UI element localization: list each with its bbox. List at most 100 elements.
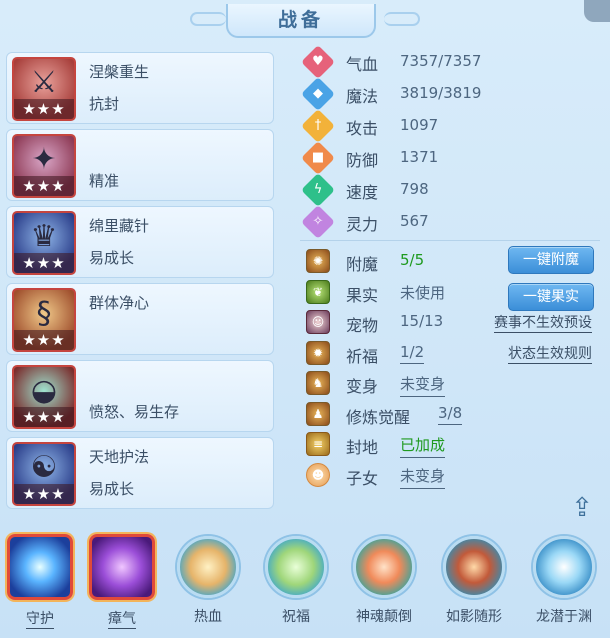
stat-row-spirit: ✧ 灵力 567 [301,205,602,239]
equipment-item[interactable]: § ★★★ 群体净心 [6,283,274,355]
skill-name: 如影随形 [446,609,502,625]
stat-row-mana: ◆ 魔法 3819/3819 [301,77,602,111]
equipment-attribute: 易成长 [89,480,135,498]
skill-miasma[interactable]: 瘴气 [84,534,160,629]
enhancement-row-cultivation: ♟ 修炼觉醒 3/8 [302,399,602,430]
equipment-attribute: 易成长 [89,249,135,267]
stat-row-speed: ϟ 速度 798 [301,173,602,207]
skill-name: 瘴气 [108,608,136,629]
stat-label: 灵力 [346,215,379,234]
event-preset-link[interactable]: 赛事不生效预设 [494,312,592,333]
skill-bar: 守护 瘴气 热血 祝福 神魂颠倒 如影随形 龙潜于渊 [0,530,610,638]
spirit-icon: ✧ [301,205,335,239]
equipment-attribute: 精准 [89,172,120,190]
enhancement-value[interactable]: 已加成 [400,434,446,458]
green-weapon-icon: ✦ ★★★ [12,134,76,198]
stat-value: 3819/3819 [400,84,482,102]
skill-name: 龙潜于渊 [536,609,592,625]
star-rating: ★★★ [14,484,74,504]
skill-name: 守护 [26,608,54,629]
share-icon[interactable]: ⇪ [566,494,598,522]
enchant-icon: ✺ [306,249,330,273]
equipment-name: 天地护法 [89,448,150,466]
enhancement-value[interactable]: 未变身 [400,465,446,489]
skill-guard[interactable]: 守护 [2,534,78,629]
stat-value: 1097 [400,116,439,134]
enhancement-row-children: ☻ 子女 未变身 [302,460,602,491]
equipment-item[interactable]: ⚔ ★★★ 涅槃重生 抗封 [6,52,274,124]
enhancement-value: 15/13 [400,312,444,330]
skill-soul-flip[interactable]: 神魂颠倒 [346,534,422,626]
stat-value: 567 [400,212,429,230]
stat-value: 1371 [400,148,439,166]
enhancement-value: 未使用 [400,283,446,302]
star-rating: ★★★ [14,99,74,119]
stat-label: 速度 [346,183,379,202]
stat-label: 魔法 [346,87,379,106]
enhancement-row-fruit: ❦ 果实 未使用 一键果实 [302,277,602,311]
treasure-bowl-icon: ◒ ★★★ [12,365,76,429]
guard-icon [7,534,73,600]
skill-name: 祝福 [282,609,310,625]
enhancement-value[interactable]: 未变身 [400,373,446,397]
equipment-name: 绵里藏针 [89,217,150,235]
equipment-item[interactable]: ◒ ★★★ 愤怒、易生存 [6,360,274,432]
enhancement-label: 祈福 [346,346,379,366]
skill-dragon-abyss[interactable]: 龙潜于渊 [526,534,602,626]
equipment-name: 涅槃重生 [89,63,150,81]
cultivation-icon: ♟ [306,401,330,426]
enhancement-row-pet: ☺ 宠物 15/13 赛事不生效预设 [302,307,602,338]
warrior-icon: ♛ ★★★ [12,211,76,275]
stat-label: 攻击 [346,119,379,138]
equipment-item[interactable]: ✦ ★★★ 精准 [6,129,274,201]
blessing-icon: ✹ [306,340,330,365]
sword-icon: † [301,109,335,143]
lightning-icon: ϟ [301,173,335,207]
hot-blood-icon [177,536,239,598]
enhancement-label: 变身 [346,377,379,396]
enhancement-row-fief: ≡ 封地 已加成 [302,429,602,460]
status-rules-link[interactable]: 状态生效规则 [508,343,592,364]
heart-icon: ♥ [301,45,335,79]
mana-icon: ◆ [301,77,335,111]
stat-row-attack: † 攻击 1097 [301,109,602,143]
enhancement-value: 5/5 [400,251,425,269]
title-cloud-left-icon [190,12,226,26]
blessing-icon [265,536,327,598]
dragon-abyss-icon [533,536,595,598]
enhancement-label: 果实 [346,285,379,305]
skill-blessing[interactable]: 祝福 [258,534,334,626]
stat-value: 7357/7357 [400,52,482,70]
enhancement-panel: ✺ 附魔 5/5 一键附魔 ❦ 果实 未使用 一键果实 ☺ 宠物 15/13 赛… [302,246,602,490]
enhancement-value[interactable]: 1/2 [400,343,425,364]
enhancement-label: 宠物 [346,316,379,335]
stats-panel: ♥ 气血 7357/7357 ◆ 魔法 3819/3819 † 攻击 1097 … [301,45,602,239]
miasma-icon [89,534,155,600]
enhancement-label: 子女 [346,468,379,488]
enhancement-label: 修炼觉醒 [346,407,411,427]
enhancement-row-enchant: ✺ 附魔 5/5 一键附魔 [302,246,602,277]
equipment-item[interactable]: ☯ ★★★ 天地护法 易成长 [6,437,274,509]
skill-name: 神魂颠倒 [356,609,412,625]
enhancement-value[interactable]: 3/8 [438,404,463,425]
pet-icon: ☺ [306,310,330,334]
fruit-icon: ❦ [306,279,330,304]
divider [300,240,600,241]
enhancement-label: 封地 [346,438,379,457]
one-click-enchant-button[interactable]: 一键附魔 [508,246,594,274]
stat-value: 798 [400,180,429,198]
close-button[interactable] [584,0,610,22]
skill-shadow-follow[interactable]: 如影随形 [436,534,512,626]
soul-flip-icon [353,536,415,598]
skill-name: 热血 [194,609,222,625]
equipment-list: ⚔ ★★★ 涅槃重生 抗封 ✦ ★★★ 精准 ♛ ★★★ 绵里藏针 易成长 § … [6,52,274,514]
skill-hot-blood[interactable]: 热血 [170,534,246,626]
equipment-name: 群体净心 [89,294,150,312]
transform-icon: ♞ [306,371,330,395]
stat-row-hp: ♥ 气血 7357/7357 [301,45,602,79]
page-title: 战备 [226,4,376,38]
fief-icon: ≡ [306,432,330,456]
equipment-item[interactable]: ♛ ★★★ 绵里藏针 易成长 [6,206,274,278]
guardian-icon: ☯ ★★★ [12,442,76,506]
equipment-attribute: 抗封 [89,95,120,113]
